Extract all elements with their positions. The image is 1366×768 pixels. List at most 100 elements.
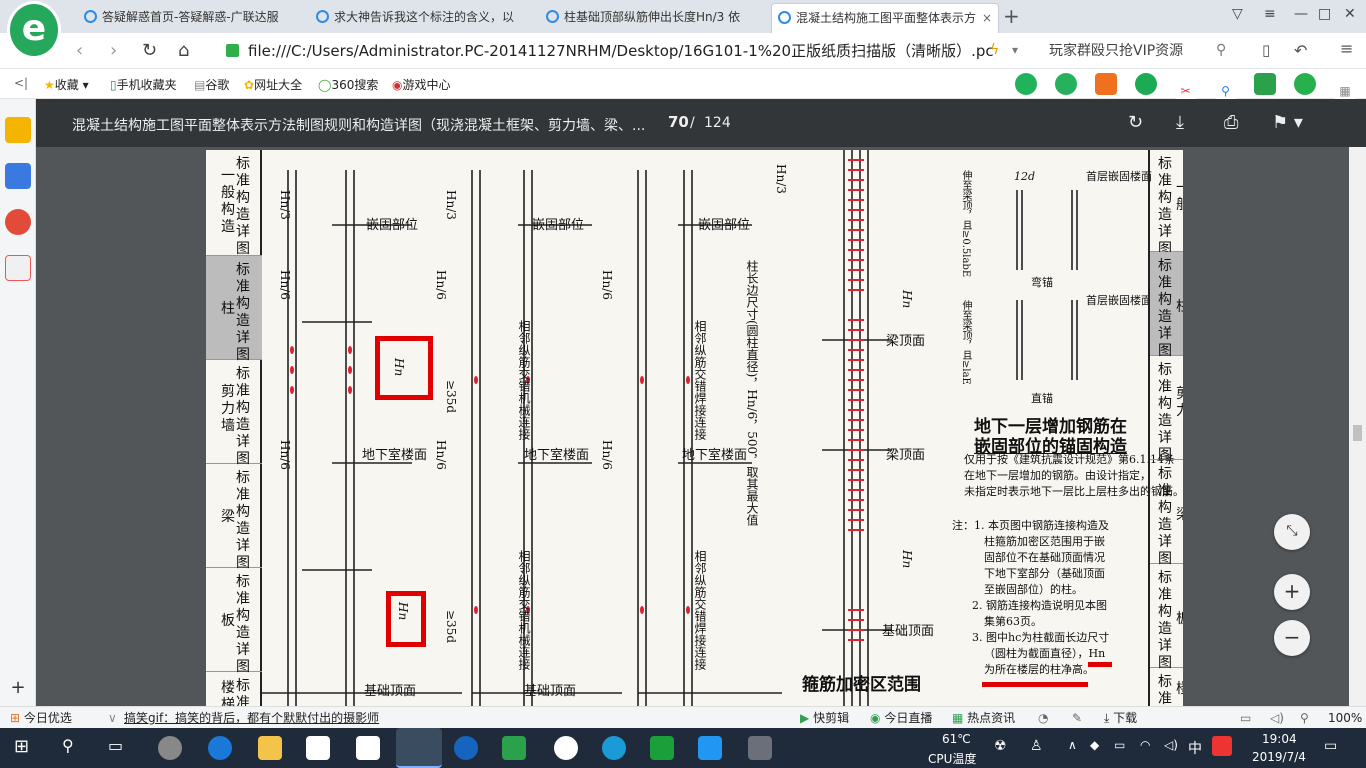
search-suggestion[interactable]: 玩家群殴只抢VIP资源 — [1049, 40, 1183, 60]
new-tab-button[interactable]: + — [1003, 3, 1023, 31]
phone-icon[interactable]: ▯ — [1262, 41, 1270, 59]
battery-icon[interactable]: ▭ — [1114, 738, 1125, 752]
explorer-icon[interactable] — [258, 736, 282, 760]
extension-icon[interactable] — [1134, 73, 1157, 95]
bookmark-hao123[interactable]: ✿网址大全 — [244, 76, 302, 93]
clock-date[interactable]: 2019/7/4 — [1252, 750, 1306, 764]
extension-icon[interactable] — [1015, 73, 1038, 95]
rotate-icon[interactable]: ↻ — [1128, 112, 1143, 133]
hot-news[interactable]: ▦ 热点资讯 — [952, 708, 1015, 728]
scrollbar-thumb[interactable] — [1353, 425, 1362, 441]
search-icon[interactable]: ⚲ — [62, 736, 86, 760]
minimize-icon[interactable]: — — [1294, 6, 1308, 22]
app-icon[interactable] — [554, 736, 578, 760]
right-index-shear-wall[interactable]: 标准构造详图剪力 — [1150, 356, 1183, 463]
helper-icon[interactable] — [1055, 73, 1078, 95]
tv-icon[interactable] — [1095, 73, 1118, 95]
zoom-in-button[interactable]: + — [1274, 574, 1310, 610]
ie-icon[interactable] — [602, 736, 626, 760]
undo-icon[interactable]: ↶ — [1294, 41, 1307, 60]
more-menu-icon[interactable]: ≡ — [1340, 39, 1353, 58]
index-stair[interactable]: 楼梯 标准 — [206, 672, 262, 706]
app-icon[interactable] — [748, 736, 772, 760]
close-window-icon[interactable]: ✕ — [1344, 6, 1356, 22]
live-stream[interactable]: ◉ 今日直播 — [870, 708, 932, 728]
tab-3[interactable]: 柱基础顶部纵筋伸出长度Hn/3 依 — [540, 3, 768, 33]
forward-icon[interactable]: › — [110, 40, 117, 61]
index-general[interactable]: 一般构造 标准构造详图 — [206, 150, 262, 257]
zoom-out-button[interactable]: − — [1274, 620, 1310, 656]
print-icon[interactable]: ⎙ — [1224, 112, 1238, 133]
index-beam[interactable]: 梁 标准构造详图 — [206, 464, 262, 571]
right-index-stair[interactable]: 标准楼 — [1150, 668, 1183, 706]
refresh-icon[interactable]: ↻ — [142, 40, 157, 61]
url-field[interactable]: file:///C:/Users/Administrator.PC-201411… — [222, 37, 1032, 65]
zoom-level[interactable]: 100% — [1328, 708, 1362, 728]
search-icon[interactable]: ⚲ — [1216, 42, 1226, 58]
shield-icon[interactable] — [1294, 73, 1317, 95]
notification-icon[interactable]: ▭ — [1324, 738, 1337, 754]
wifi-icon[interactable]: ◠ — [1140, 738, 1150, 752]
player-icon[interactable] — [502, 736, 526, 760]
people-icon[interactable]: ♙ — [1030, 738, 1043, 754]
task-view-icon[interactable]: ▭ — [108, 736, 132, 760]
chevron-up-icon[interactable]: ∧ — [1068, 738, 1077, 752]
glodon-icon[interactable] — [698, 736, 722, 760]
bookmark-360search[interactable]: ◯360搜索 — [318, 76, 378, 93]
download-icon[interactable]: ⤓ — [1176, 112, 1184, 133]
window-icon[interactable]: ▭ — [1240, 708, 1251, 728]
browser-logo-icon[interactable]: e — [10, 4, 58, 56]
list-icon[interactable] — [5, 163, 31, 189]
quick-edit[interactable]: ▶ 快剪辑 — [800, 708, 849, 728]
weibo-icon[interactable] — [5, 209, 31, 235]
right-index-column[interactable]: 标准构造详图柱 — [1150, 252, 1183, 359]
bookmark-mobile[interactable]: ▯手机收藏夹 — [110, 76, 177, 93]
speed-icon[interactable]: ◔ — [1038, 708, 1048, 728]
bookmark-favorites[interactable]: ★收藏 ▾ — [44, 76, 89, 93]
tab-2[interactable]: 求大神告诉我这个标注的含义，以 — [310, 3, 538, 33]
mail-icon[interactable] — [5, 255, 31, 281]
index-slab[interactable]: 板 标准构造详图 — [206, 568, 262, 675]
tab-1[interactable]: 答疑解惑首页-答疑解惑-广联达服 — [78, 3, 306, 33]
tray-icon[interactable]: ◆ — [1090, 738, 1099, 752]
app-tray-icon[interactable]: ☢ — [994, 738, 1007, 754]
wrench-icon[interactable]: ✎ — [1072, 708, 1082, 728]
bookmark-google[interactable]: ▤谷歌 — [194, 76, 229, 93]
favorites-star-icon[interactable] — [5, 117, 31, 143]
right-index-beam[interactable]: 标准构造详图梁 — [1150, 460, 1183, 567]
iqiyi-icon[interactable] — [650, 736, 674, 760]
bookmark-games[interactable]: ◉游戏中心 — [392, 76, 451, 93]
scrollbar[interactable] — [1349, 147, 1366, 706]
news-ticker[interactable]: 搞笑gif：搞笑的背后，都有个默默付出的摄影师 — [124, 708, 379, 728]
shirt-icon[interactable]: ▽ — [1232, 6, 1243, 22]
mail-icon[interactable] — [356, 736, 380, 760]
app-icon[interactable] — [158, 736, 182, 760]
tab-4-active[interactable]: 混凝土结构施工图平面整体表示方 × — [771, 3, 999, 33]
sogou-icon[interactable] — [454, 736, 478, 760]
lightning-icon[interactable]: ϟ — [990, 42, 999, 58]
bookmark-icon[interactable]: ⚑ ▾ — [1272, 112, 1303, 133]
zoom-icon[interactable]: ⚲ — [1300, 708, 1309, 728]
clock-time[interactable]: 19:04 — [1262, 732, 1297, 746]
add-icon[interactable]: + — [5, 677, 31, 703]
page-number-input[interactable]: 70 — [668, 113, 689, 131]
store-icon[interactable] — [306, 736, 330, 760]
home-icon[interactable]: ⌂ — [178, 40, 189, 61]
right-index-general[interactable]: 标准构造详图一般 — [1150, 150, 1183, 257]
sound-icon[interactable]: ◁) — [1270, 708, 1284, 728]
index-shear-wall[interactable]: 剪力墙 标准构造详图 — [206, 360, 262, 467]
game-pad-icon[interactable] — [1254, 73, 1277, 95]
volume-icon[interactable]: ◁) — [1164, 738, 1178, 752]
right-index-slab[interactable]: 标准构造详图板 — [1150, 564, 1183, 671]
download-status[interactable]: ⤓ 下载 — [1104, 708, 1137, 728]
fit-page-button[interactable]: ⤡ — [1274, 514, 1310, 550]
maximize-icon[interactable]: □ — [1318, 6, 1331, 22]
ime-indicator[interactable]: 中 — [1188, 738, 1202, 758]
today-picks[interactable]: ⊞ 今日优选 — [10, 708, 72, 728]
back-icon[interactable]: ‹ — [76, 40, 83, 61]
chevron-down-icon[interactable]: ▾ — [1012, 43, 1018, 57]
windows-start-icon[interactable]: ⊞ — [14, 736, 38, 760]
menu-icon[interactable]: ≡ — [1264, 6, 1276, 22]
edge-icon[interactable] — [208, 736, 232, 760]
collapse-sidebar-icon[interactable]: <| — [14, 76, 28, 90]
